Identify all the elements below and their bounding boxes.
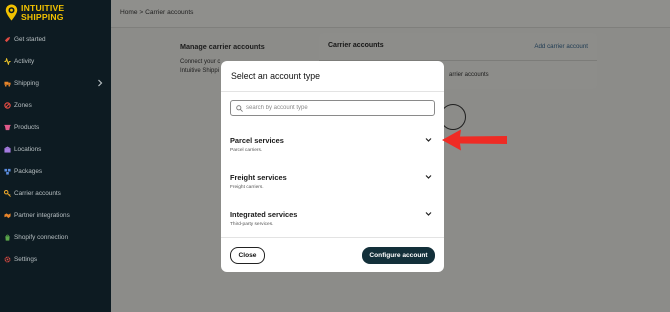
gear-icon bbox=[4, 256, 11, 262]
sidebar-item-label: Carrier accounts bbox=[14, 189, 61, 197]
truck-icon bbox=[4, 81, 11, 87]
sidebar-item-settings[interactable]: Settings bbox=[0, 248, 111, 270]
rocket-icon bbox=[4, 36, 11, 42]
breadcrumb[interactable]: Home > Carrier accounts bbox=[120, 9, 193, 16]
sidebar-item-label: Products bbox=[14, 123, 40, 131]
key-icon bbox=[4, 189, 11, 197]
account-type-search-box[interactable] bbox=[230, 100, 435, 116]
logo-text: INTUITIVE SHIPPING bbox=[21, 4, 64, 22]
sidebar-item-zones[interactable]: Zones bbox=[0, 94, 111, 116]
close-button[interactable]: Close bbox=[230, 247, 265, 264]
sidebar-item-get-started[interactable]: Get started bbox=[0, 28, 111, 50]
freight-services-subtitle: Freight carriers. bbox=[230, 185, 264, 190]
chevron-down-icon[interactable] bbox=[425, 174, 432, 180]
sidebar-item-label: Zones bbox=[14, 101, 32, 109]
sidebar-item-carrier-accounts[interactable]: Carrier accounts bbox=[0, 182, 111, 204]
zone-icon bbox=[4, 101, 11, 109]
modal-footer-divider bbox=[221, 237, 444, 238]
parcel-services-subtitle: Parcel carriers. bbox=[230, 148, 263, 153]
sidebar-item-activity[interactable]: Activity bbox=[0, 50, 111, 72]
partner-icon bbox=[4, 212, 11, 218]
account-type-search-input[interactable] bbox=[246, 102, 426, 114]
carrier-accounts-card-title: Carrier accounts bbox=[328, 42, 384, 49]
freight-services-section[interactable]: Freight services Freight carriers. bbox=[221, 173, 444, 207]
sidebar-item-label: Shopify connection bbox=[14, 233, 69, 241]
location-icon bbox=[4, 145, 11, 153]
chevron-right-icon bbox=[98, 79, 103, 87]
location-pin-icon bbox=[5, 4, 18, 21]
sidebar-item-products[interactable]: Products bbox=[0, 116, 111, 138]
parcel-services-section[interactable]: Parcel services Parcel carriers. bbox=[221, 136, 444, 170]
select-account-type-modal: Select an account type Parcel services P… bbox=[221, 61, 444, 272]
sidebar-item-label: Activity bbox=[14, 57, 35, 65]
add-carrier-account-link[interactable]: Add carrier account bbox=[534, 43, 588, 50]
chevron-down-icon[interactable] bbox=[425, 137, 432, 143]
sidebar: INTUITIVE SHIPPING Get started Activity … bbox=[0, 0, 111, 312]
sidebar-item-label: Packages bbox=[14, 167, 43, 175]
package-icon bbox=[4, 168, 11, 175]
search-icon bbox=[236, 104, 243, 112]
products-icon bbox=[4, 124, 11, 130]
modal-header-divider bbox=[221, 91, 444, 92]
sidebar-item-label: Shipping bbox=[14, 79, 39, 87]
top-bar: Home > Carrier accounts bbox=[111, 0, 670, 28]
sidebar-item-shipping[interactable]: Shipping bbox=[0, 72, 111, 94]
shopify-icon bbox=[5, 234, 10, 241]
brand-logo[interactable]: INTUITIVE SHIPPING bbox=[5, 4, 64, 22]
parcel-services-title: Parcel services bbox=[230, 136, 284, 145]
configure-account-button[interactable]: Configure account bbox=[362, 247, 435, 264]
modal-title: Select an account type bbox=[231, 71, 321, 81]
sidebar-item-partner-integrations[interactable]: Partner integrations bbox=[0, 204, 111, 226]
sidebar-item-packages[interactable]: Packages bbox=[0, 160, 111, 182]
sidebar-item-shopify-connection[interactable]: Shopify connection bbox=[0, 226, 111, 248]
manage-carrier-accounts-description: Connect your c Intuitive Shippi bbox=[180, 58, 222, 76]
sidebar-item-locations[interactable]: Locations bbox=[0, 138, 111, 160]
sidebar-item-label: Get started bbox=[14, 35, 46, 43]
integrated-services-title: Integrated services bbox=[230, 210, 298, 219]
sidebar-item-label: Locations bbox=[14, 145, 42, 153]
red-arrow-annotation bbox=[442, 129, 507, 151]
sidebar-item-label: Settings bbox=[14, 255, 38, 263]
logo-line-2: SHIPPING bbox=[21, 12, 64, 22]
chevron-down-icon[interactable] bbox=[425, 211, 432, 217]
sidebar-nav: Get started Activity Shipping Zones Prod… bbox=[0, 28, 111, 270]
description-line-2: Intuitive Shippi bbox=[180, 68, 220, 74]
carrier-accounts-empty-text: arrier accounts bbox=[449, 72, 489, 78]
freight-services-title: Freight services bbox=[230, 173, 287, 182]
activity-icon bbox=[4, 57, 11, 65]
carrier-accounts-card-header: Carrier accounts Add carrier account bbox=[319, 33, 597, 61]
integrated-services-section[interactable]: Integrated services Third-party services… bbox=[221, 210, 444, 244]
description-line-1: Connect your c bbox=[180, 59, 221, 65]
sidebar-item-label: Partner integrations bbox=[14, 211, 70, 219]
manage-carrier-accounts-heading: Manage carrier accounts bbox=[180, 42, 265, 51]
integrated-services-subtitle: Third-party services. bbox=[230, 222, 274, 227]
